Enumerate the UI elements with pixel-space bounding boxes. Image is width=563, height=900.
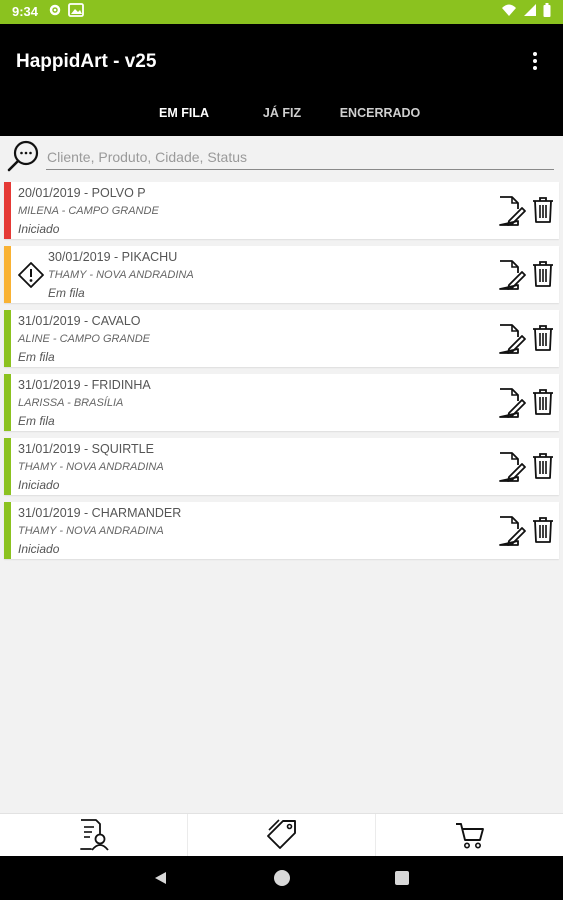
- battery-icon: [543, 3, 551, 17]
- order-card[interactable]: 31/01/2019 - FRIDINHA LARISSA - BRASÍLIA…: [4, 374, 559, 431]
- order-list: 20/01/2019 - POLVO P MILENA - CAMPO GRAN…: [4, 182, 559, 566]
- wifi-icon: [502, 4, 516, 16]
- image-icon: [68, 3, 84, 17]
- trash-icon[interactable]: [531, 260, 555, 288]
- order-client: THAMY - NOVA ANDRADINA: [18, 525, 164, 537]
- recents-icon[interactable]: [395, 871, 409, 885]
- status-color-bar: [4, 182, 11, 239]
- edit-icon[interactable]: [497, 259, 527, 291]
- trash-icon[interactable]: [531, 196, 555, 224]
- cart-icon: [455, 823, 484, 849]
- order-status: Iniciado: [18, 542, 60, 556]
- system-nav-bar: [0, 856, 563, 900]
- order-title: 31/01/2019 - CAVALO: [18, 314, 141, 328]
- gear-icon: [49, 4, 61, 16]
- order-status: Em fila: [18, 414, 55, 428]
- order-status: Iniciado: [18, 222, 60, 236]
- tab-em-fila[interactable]: EM FILA: [130, 100, 238, 136]
- nav-clients-button[interactable]: [0, 814, 188, 856]
- edit-icon[interactable]: [497, 387, 527, 419]
- order-card[interactable]: 20/01/2019 - POLVO P MILENA - CAMPO GRAN…: [4, 182, 559, 239]
- edit-icon[interactable]: [497, 195, 527, 227]
- trash-icon[interactable]: [531, 452, 555, 480]
- signal-icon: [524, 4, 536, 16]
- order-client: THAMY - NOVA ANDRADINA: [48, 269, 194, 281]
- trash-icon[interactable]: [531, 388, 555, 416]
- edit-icon[interactable]: [497, 451, 527, 483]
- app-title: HappidArt - v25: [16, 51, 157, 72]
- trash-icon[interactable]: [531, 516, 555, 544]
- back-icon[interactable]: [152, 870, 168, 886]
- order-card[interactable]: 30/01/2019 - PIKACHU THAMY - NOVA ANDRAD…: [4, 246, 559, 303]
- order-title: 31/01/2019 - SQUIRTLE: [18, 442, 154, 456]
- status-color-bar: [4, 438, 11, 495]
- client-list-icon: [79, 819, 109, 851]
- app-bar: HappidArt - v25 EM FILA JÁ FIZ ENCERRADO: [0, 24, 563, 136]
- order-status: Em fila: [48, 286, 85, 300]
- order-title: 31/01/2019 - CHARMANDER: [18, 506, 182, 520]
- order-card[interactable]: 31/01/2019 - CAVALO ALINE - CAMPO GRANDE…: [4, 310, 559, 367]
- status-color-bar: [4, 310, 11, 367]
- status-color-bar: [4, 374, 11, 431]
- home-icon[interactable]: [274, 870, 290, 886]
- tab-bar: EM FILA JÁ FIZ ENCERRADO: [130, 100, 434, 136]
- order-client: MILENA - CAMPO GRANDE: [18, 205, 159, 217]
- bottom-nav: [0, 813, 563, 856]
- warning-icon: [18, 262, 44, 288]
- tab-ja-fiz[interactable]: JÁ FIZ: [238, 100, 326, 136]
- status-time: 9:34: [12, 4, 39, 19]
- order-client: ALINE - CAMPO GRANDE: [18, 333, 151, 345]
- edit-icon[interactable]: [497, 515, 527, 547]
- tag-icon: [266, 819, 296, 849]
- order-title: 20/01/2019 - POLVO P: [18, 186, 146, 200]
- order-card[interactable]: 31/01/2019 - SQUIRTLE THAMY - NOVA ANDRA…: [4, 438, 559, 495]
- order-card[interactable]: 31/01/2019 - CHARMANDER THAMY - NOVA AND…: [4, 502, 559, 559]
- order-title: 31/01/2019 - FRIDINHA: [18, 378, 151, 392]
- order-client: LARISSA - BRASÍLIA: [18, 397, 124, 409]
- order-status: Iniciado: [18, 478, 60, 492]
- tab-encerrado[interactable]: ENCERRADO: [326, 100, 434, 136]
- search-row: [0, 136, 563, 176]
- order-status: Em fila: [18, 350, 55, 364]
- search-input[interactable]: [46, 144, 554, 170]
- nav-cart-button[interactable]: [376, 814, 563, 856]
- trash-icon[interactable]: [531, 324, 555, 352]
- order-title: 30/01/2019 - PIKACHU: [48, 250, 178, 264]
- status-color-bar: [4, 502, 11, 559]
- search-icon[interactable]: [6, 139, 40, 173]
- more-vert-icon[interactable]: [525, 52, 545, 72]
- order-client: THAMY - NOVA ANDRADINA: [18, 461, 164, 473]
- status-bar: 9:34: [0, 0, 563, 24]
- nav-tags-button[interactable]: [188, 814, 376, 856]
- edit-icon[interactable]: [497, 323, 527, 355]
- status-color-bar: [4, 246, 11, 303]
